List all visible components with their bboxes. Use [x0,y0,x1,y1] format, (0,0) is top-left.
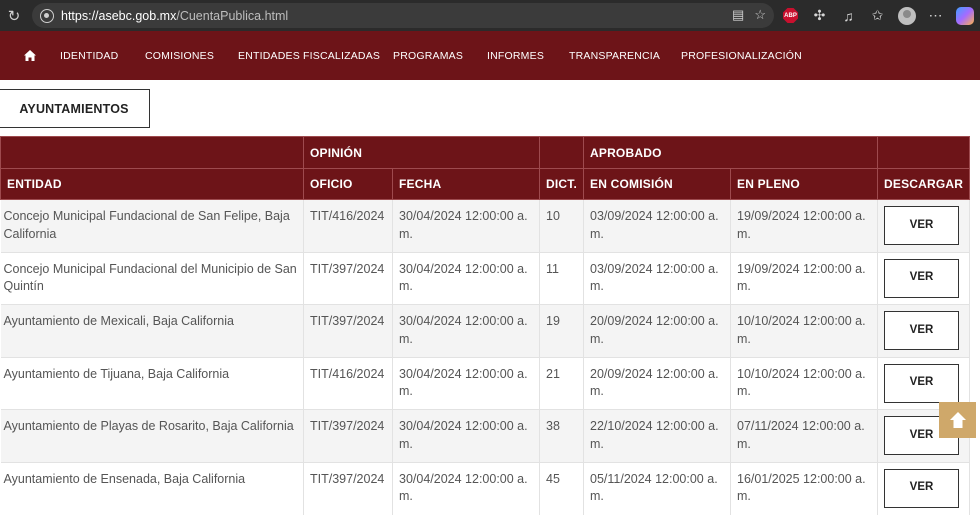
cell-en-comision: 03/09/2024 12:00:00 a. m. [583,199,731,252]
cell-en-comision: 20/09/2024 12:00:00 a. m. [583,304,731,357]
cell-oficio: TIT/397/2024 [303,409,393,462]
nav-item-identidad[interactable]: IDENTIDAD [60,31,145,80]
cell-entidad: Ayuntamiento de Playas de Rosarito, Baja… [0,409,304,462]
cell-fecha: 30/04/2024 12:00:00 a. m. [392,199,540,252]
header-blank [0,136,304,169]
adblock-icon: ABP [783,8,798,23]
nav-item-comisiones[interactable]: COMISIONES [145,31,238,80]
header-blank-dict [539,136,584,169]
ver-button[interactable]: VER [884,206,959,245]
table-row: Concejo Municipal Fundacional del Munici… [0,251,971,305]
table-row: Ayuntamiento de Tijuana, Baja California… [0,356,971,410]
profile-button[interactable] [892,0,921,31]
more-menu-icon[interactable]: ⋯ [921,0,950,31]
favorites-icon[interactable]: ✩ [863,0,892,31]
scroll-to-top-button[interactable] [939,402,976,438]
cell-fecha: 30/04/2024 12:00:00 a. m. [392,409,540,462]
cell-fecha: 30/04/2024 12:00:00 a. m. [392,461,540,515]
table-row: Ayuntamiento de Mexicali, Baja Californi… [0,304,971,357]
reader-view-icon[interactable]: ▤ [732,7,744,23]
header-blank-descargar [876,136,971,169]
header-dict: DICT. [539,168,584,200]
url-host: https://asebc.gob.mx [61,8,177,23]
header-en-pleno: EN PLENO [730,168,878,200]
cell-en-comision: 03/09/2024 12:00:00 a. m. [583,251,731,305]
cell-descargar: VER [877,199,971,252]
header-fecha: FECHA [392,168,540,200]
extensions-icon[interactable]: ✣ [805,0,834,31]
cell-dict: 11 [539,251,584,305]
cell-oficio: TIT/397/2024 [303,251,393,305]
header-opinion: OPINIÓN [303,136,540,169]
cell-fecha: 30/04/2024 12:00:00 a. m. [392,356,540,410]
url-path: /CuentaPublica.html [176,8,289,23]
copilot-button[interactable] [950,0,979,31]
cell-entidad: Concejo Municipal Fundacional de San Fel… [0,199,304,252]
cell-en-comision: 05/11/2024 12:00:00 a. m. [583,461,731,515]
copilot-icon [955,6,974,25]
ver-button[interactable]: VER [884,311,959,350]
ver-button[interactable]: VER [884,258,959,298]
table-row: Concejo Municipal Fundacional de San Fel… [0,199,971,252]
cell-oficio: TIT/416/2024 [303,199,393,252]
cuenta-publica-table: OPINIÓN APROBADO ENTIDAD OFICIO FECHA DI… [0,136,971,515]
cell-fecha: 30/04/2024 12:00:00 a. m. [392,304,540,357]
avatar [897,6,916,25]
header-entidad: ENTIDAD [0,168,304,200]
main-nav: IDENTIDAD COMISIONES ENTIDADES FISCALIZA… [0,31,980,80]
home-icon [24,50,36,61]
adblock-extension-button[interactable]: ABP [776,0,805,31]
header-en-comision: EN COMISIÓN [583,168,731,200]
cell-dict: 21 [539,356,584,410]
cell-entidad: Ayuntamiento de Tijuana, Baja California [0,356,304,410]
media-icon[interactable]: ♫ [834,0,863,31]
cell-en-comision: 22/10/2024 12:00:00 a. m. [583,409,731,462]
cell-entidad: Concejo Municipal Fundacional del Munici… [0,251,304,305]
cell-en-comision: 20/09/2024 12:00:00 a. m. [583,356,731,410]
cell-en-pleno: 10/10/2024 12:00:00 a. m. [730,356,878,410]
cell-descargar: VER [877,461,971,515]
favorite-star-icon[interactable]: ☆ [754,7,766,23]
header-aprobado: APROBADO [583,136,878,169]
table-row: Ayuntamiento de Playas de Rosarito, Baja… [0,409,971,462]
cell-en-pleno: 19/09/2024 12:00:00 a. m. [730,199,878,252]
nav-item-profesionalizacion[interactable]: PROFESIONALIZACIÓN [681,31,811,80]
header-oficio: OFICIO [303,168,393,200]
active-underline [0,78,97,80]
cell-en-pleno: 07/11/2024 12:00:00 a. m. [730,409,878,462]
cell-en-pleno: 10/10/2024 12:00:00 a. m. [730,304,878,357]
cell-en-pleno: 19/09/2024 12:00:00 a. m. [730,251,878,305]
ver-button[interactable]: VER [884,468,959,508]
cell-descargar: VER [877,251,971,305]
nav-item-transparencia[interactable]: TRANSPARENCIA [569,31,681,80]
arrow-up-icon [949,412,966,428]
cell-entidad: Ayuntamiento de Mexicali, Baja Californi… [0,304,304,357]
cell-dict: 19 [539,304,584,357]
cell-entidad: Ayuntamiento de Ensenada, Baja Californi… [0,461,304,515]
nav-item-informes[interactable]: INFORMES [487,31,569,80]
cell-fecha: 30/04/2024 12:00:00 a. m. [392,251,540,305]
cell-descargar: VER [877,304,971,357]
tab-ayuntamientos[interactable]: AYUNTAMIENTOS [0,89,150,128]
reload-icon[interactable]: ↻ [0,0,28,31]
cell-dict: 10 [539,199,584,252]
nav-item-programas[interactable]: PROGRAMAS [393,31,487,80]
browser-toolbar: ↻ https://asebc.gob.mx/CuentaPublica.htm… [0,0,980,31]
site-info-icon[interactable] [40,8,54,23]
cell-oficio: TIT/397/2024 [303,304,393,357]
header-descargar: DESCARGAR [876,168,971,200]
nav-item-entidades-fiscalizadas[interactable]: ENTIDADES FISCALIZADAS [238,31,393,80]
address-bar[interactable]: https://asebc.gob.mx/CuentaPublica.html … [32,3,774,28]
cell-dict: 45 [539,461,584,515]
cell-dict: 38 [539,409,584,462]
table-row: Ayuntamiento de Ensenada, Baja Californi… [0,461,971,515]
cell-oficio: TIT/397/2024 [303,461,393,515]
ver-button[interactable]: VER [884,363,959,403]
cell-oficio: TIT/416/2024 [303,356,393,410]
cell-en-pleno: 16/01/2025 12:00:00 a. m. [730,461,878,515]
nav-home-link[interactable] [0,31,60,80]
